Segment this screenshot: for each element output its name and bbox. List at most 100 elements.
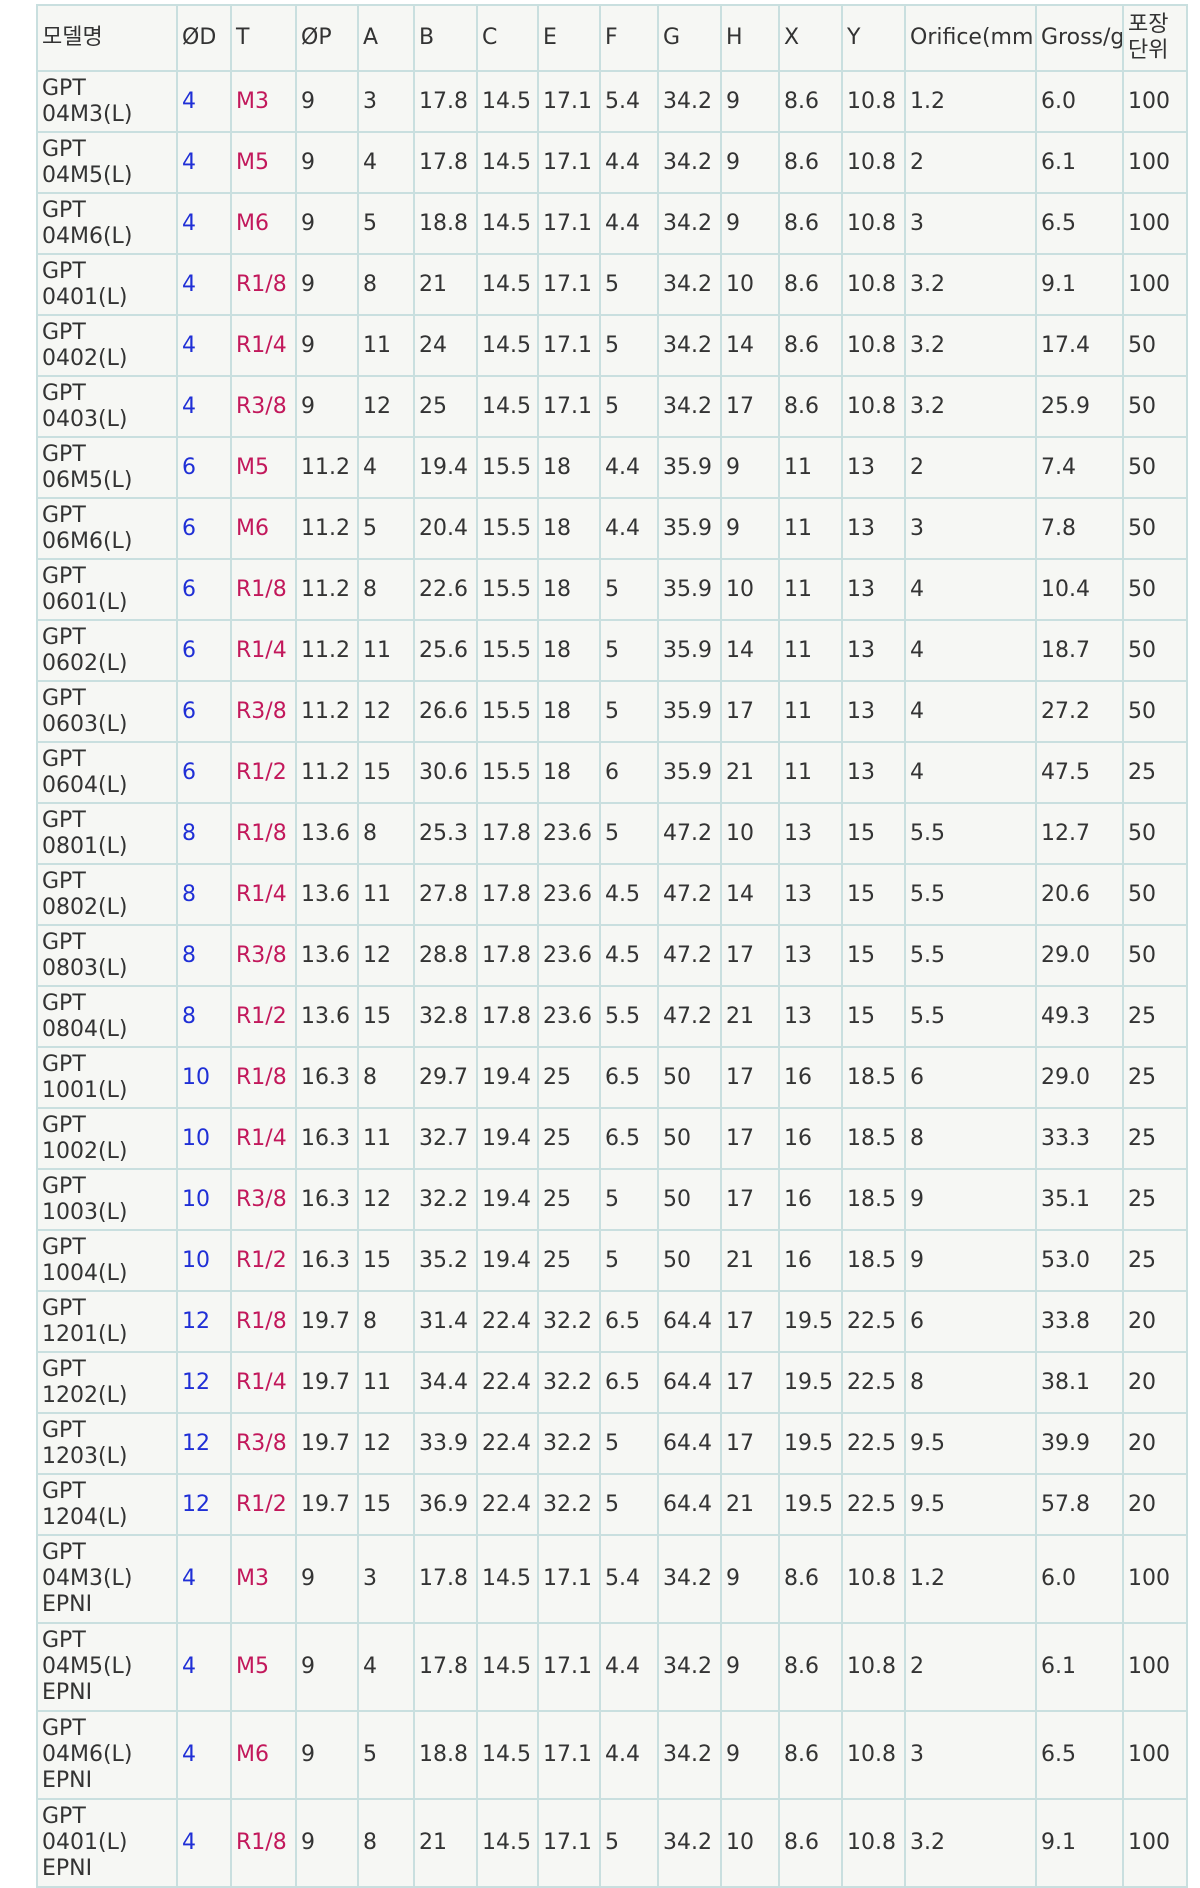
header-package-unit: 포장 단위 xyxy=(1122,4,1188,72)
cell-gross: 29.0 xyxy=(1035,1046,1124,1109)
cell-t: R1/2 xyxy=(230,1473,297,1536)
cell-x: 11 xyxy=(778,680,843,743)
cell-h: 9 xyxy=(720,192,780,255)
cell-b: 32.8 xyxy=(413,985,478,1048)
cell-b: 33.9 xyxy=(413,1412,478,1475)
cell-a: 12 xyxy=(357,1168,415,1231)
cell-orifice: 3 xyxy=(904,1710,1037,1800)
cell-package-unit: 100 xyxy=(1122,253,1188,316)
cell-g: 34.2 xyxy=(657,1710,722,1800)
cell-model: GPT 1001(L) xyxy=(36,1046,178,1109)
cell-y: 13 xyxy=(841,680,906,743)
cell-e: 17.1 xyxy=(537,1798,601,1888)
cell-package-unit: 50 xyxy=(1122,863,1188,926)
cell-b: 20.4 xyxy=(413,497,478,560)
table-row: GPT 0804(L) 8 R1/2 13.6 15 32.8 17.8 23.6 5.5 47.… xyxy=(36,985,1188,1048)
cell-f: 4.5 xyxy=(599,863,659,926)
cell-c: 17.8 xyxy=(476,802,539,865)
cell-c: 19.4 xyxy=(476,1107,539,1170)
cell-model: GPT 0802(L) xyxy=(36,863,178,926)
cell-od: 6 xyxy=(176,680,232,743)
cell-op: 13.6 xyxy=(295,985,359,1048)
header-g: G xyxy=(657,4,722,72)
cell-od: 6 xyxy=(176,497,232,560)
cell-b: 17.8 xyxy=(413,70,478,133)
cell-model: GPT 0804(L) xyxy=(36,985,178,1048)
cell-e: 17.1 xyxy=(537,1534,601,1624)
table-row: GPT 1004(L) 10 R1/2 16.3 15 35.2 19.4 25 5 50 21 16… xyxy=(36,1229,1188,1292)
cell-g: 35.9 xyxy=(657,619,722,682)
cell-g: 34.2 xyxy=(657,1798,722,1888)
cell-e: 32.2 xyxy=(537,1473,601,1536)
cell-od: 10 xyxy=(176,1168,232,1231)
cell-h: 17 xyxy=(720,1168,780,1231)
cell-t: R1/8 xyxy=(230,253,297,316)
cell-od: 4 xyxy=(176,1534,232,1624)
cell-h: 17 xyxy=(720,1351,780,1414)
cell-gross: 7.8 xyxy=(1035,497,1124,560)
cell-b: 25.3 xyxy=(413,802,478,865)
cell-package-unit: 20 xyxy=(1122,1351,1188,1414)
cell-gross: 9.1 xyxy=(1035,253,1124,316)
cell-model: GPT 0403(L) xyxy=(36,375,178,438)
header-a: A xyxy=(357,4,415,72)
header-x: X xyxy=(778,4,843,72)
cell-od: 4 xyxy=(176,192,232,255)
cell-gross: 29.0 xyxy=(1035,924,1124,987)
cell-y: 10.8 xyxy=(841,1534,906,1624)
cell-t: R1/2 xyxy=(230,985,297,1048)
cell-a: 12 xyxy=(357,1412,415,1475)
cell-y: 22.5 xyxy=(841,1351,906,1414)
cell-e: 23.6 xyxy=(537,985,601,1048)
cell-op: 19.7 xyxy=(295,1412,359,1475)
cell-y: 18.5 xyxy=(841,1107,906,1170)
table-row: GPT 04M3(L) EPNI 4 M3 9 3 17.8 14.5 17.1 5.4 34.2… xyxy=(36,1534,1188,1624)
cell-x: 8.6 xyxy=(778,1710,843,1800)
cell-x: 16 xyxy=(778,1168,843,1231)
header-model: 모델명 xyxy=(36,4,178,72)
cell-a: 5 xyxy=(357,497,415,560)
cell-x: 19.5 xyxy=(778,1473,843,1536)
cell-od: 4 xyxy=(176,375,232,438)
cell-y: 10.8 xyxy=(841,1622,906,1712)
cell-b: 17.8 xyxy=(413,131,478,194)
cell-h: 21 xyxy=(720,1229,780,1292)
cell-y: 10.8 xyxy=(841,192,906,255)
cell-x: 8.6 xyxy=(778,314,843,377)
cell-c: 22.4 xyxy=(476,1290,539,1353)
cell-package-unit: 25 xyxy=(1122,1107,1188,1170)
cell-orifice: 1.2 xyxy=(904,1534,1037,1624)
cell-c: 19.4 xyxy=(476,1168,539,1231)
cell-od: 6 xyxy=(176,436,232,499)
cell-h: 9 xyxy=(720,70,780,133)
cell-gross: 18.7 xyxy=(1035,619,1124,682)
cell-b: 29.7 xyxy=(413,1046,478,1109)
cell-e: 23.6 xyxy=(537,924,601,987)
cell-orifice: 2 xyxy=(904,436,1037,499)
cell-x: 8.6 xyxy=(778,375,843,438)
cell-orifice: 5.5 xyxy=(904,802,1037,865)
cell-y: 13 xyxy=(841,497,906,560)
cell-orifice: 4 xyxy=(904,741,1037,804)
cell-orifice: 9.5 xyxy=(904,1473,1037,1536)
cell-a: 15 xyxy=(357,985,415,1048)
table-row: GPT 0604(L) 6 R1/2 11.2 15 30.6 15.5 18 6 35.9 21 1… xyxy=(36,741,1188,804)
cell-y: 22.5 xyxy=(841,1412,906,1475)
cell-f: 5.5 xyxy=(599,985,659,1048)
cell-model: GPT 0803(L) xyxy=(36,924,178,987)
cell-package-unit: 100 xyxy=(1122,1534,1188,1624)
cell-b: 27.8 xyxy=(413,863,478,926)
cell-op: 9 xyxy=(295,192,359,255)
cell-op: 11.2 xyxy=(295,436,359,499)
table-row: GPT 0401(L) 4 R1/8 9 8 21 14.5 17.1 5 34.2 10 8.6 10… xyxy=(36,253,1188,316)
cell-t: R1/8 xyxy=(230,1046,297,1109)
cell-g: 34.2 xyxy=(657,375,722,438)
cell-g: 35.9 xyxy=(657,436,722,499)
cell-b: 28.8 xyxy=(413,924,478,987)
table-row: GPT 0801(L) 8 R1/8 13.6 8 25.3 17.8 23.6 5 47.2 10… xyxy=(36,802,1188,865)
cell-e: 18 xyxy=(537,436,601,499)
cell-g: 34.2 xyxy=(657,192,722,255)
cell-b: 17.8 xyxy=(413,1534,478,1624)
cell-orifice: 3.2 xyxy=(904,314,1037,377)
cell-c: 17.8 xyxy=(476,985,539,1048)
